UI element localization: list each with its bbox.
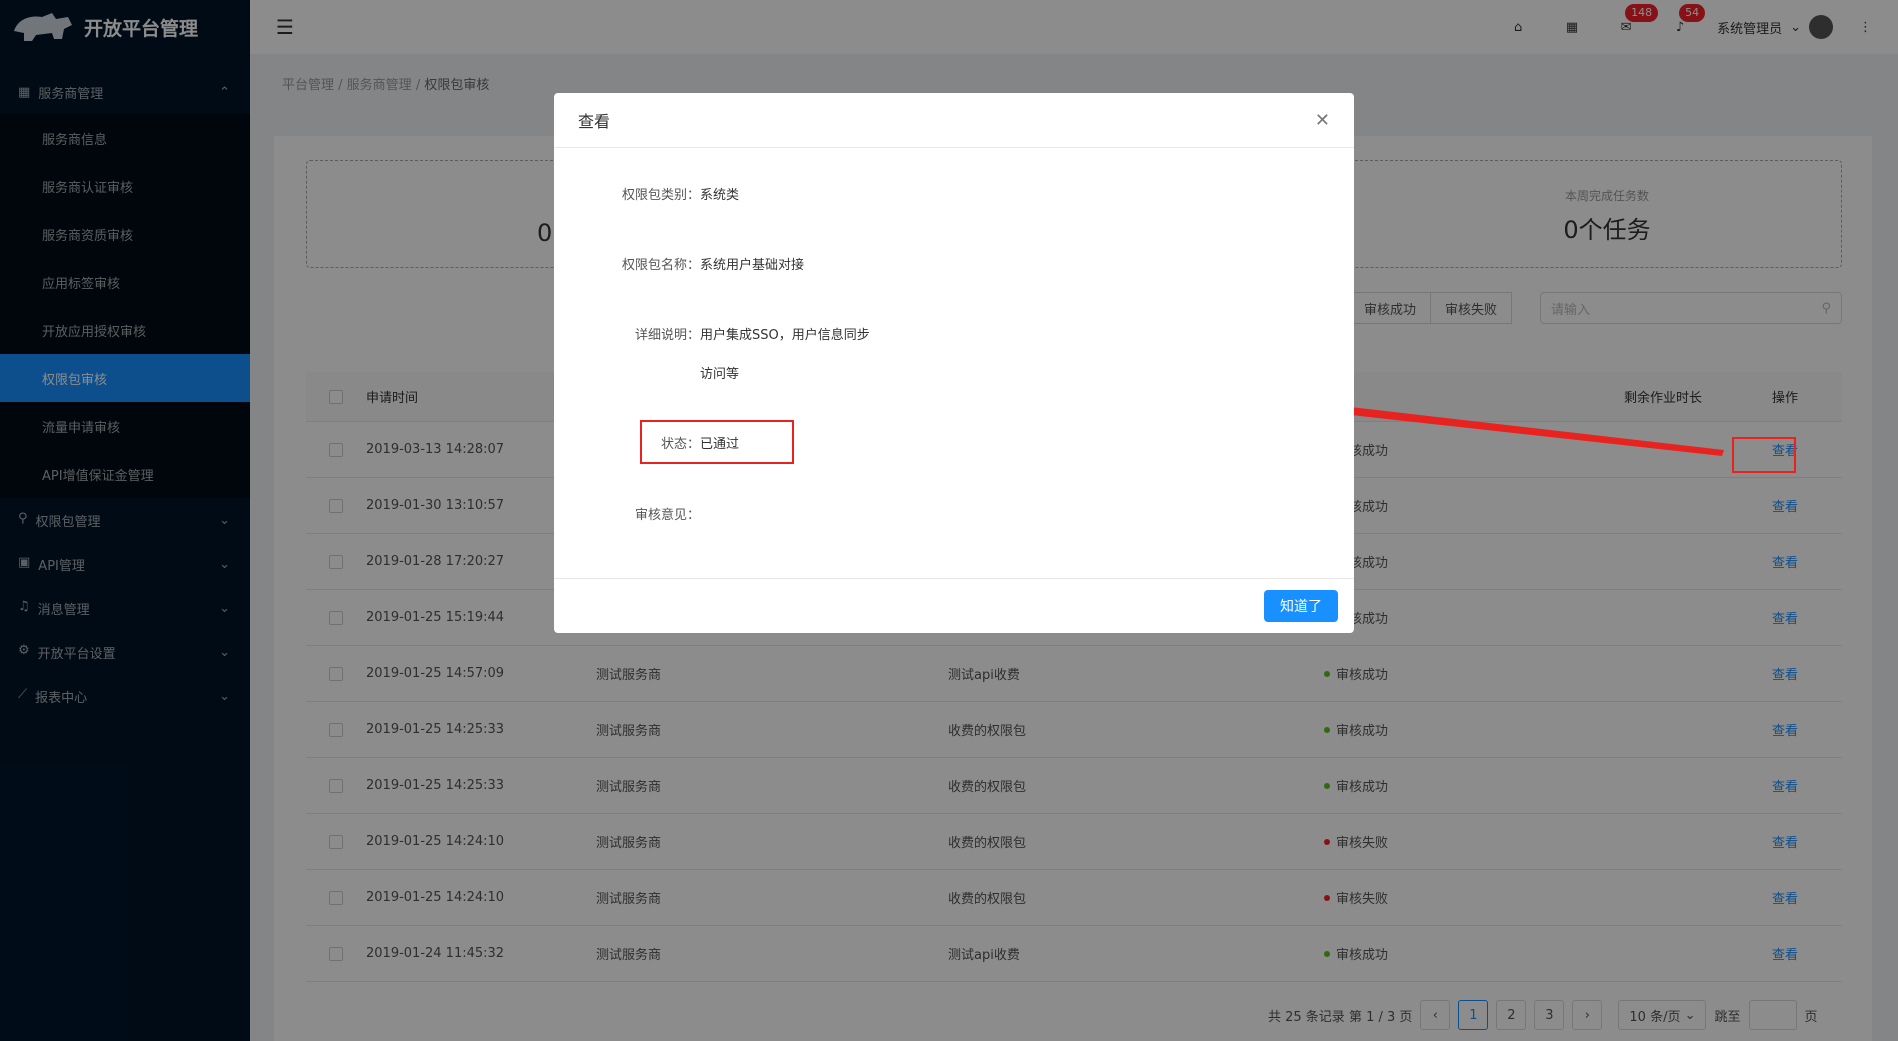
- field-label: 权限包名称：: [621, 258, 700, 273]
- field-label: 审核意见：: [634, 508, 700, 523]
- modal-footer: 知道了: [554, 578, 1354, 632]
- field-label: 权限包类别：: [621, 188, 700, 203]
- modal-header: 查看 ✕: [554, 93, 1354, 148]
- field-value: 系统类: [700, 188, 740, 203]
- field-value: 系统用户基础对接: [700, 258, 805, 273]
- modal-title: 查看: [578, 112, 611, 131]
- modal-body: 权限包类别： 系统类 权限包名称： 系统用户基础对接 详细说明： 用户集成SSO，用户…: [554, 148, 1354, 578]
- field-label: 详细说明：: [634, 328, 700, 343]
- field-value: 用户集成SSO，用户信息同步: [700, 328, 870, 343]
- ok-button[interactable]: 知道了: [1264, 589, 1338, 622]
- close-icon[interactable]: ✕: [1315, 110, 1330, 131]
- field-value: 访问等: [700, 367, 740, 382]
- view-modal: 查看 ✕ 权限包类别： 系统类 权限包名称： 系统用户基础对接 详细说明： 用户集成S…: [554, 93, 1354, 633]
- annotation-box-status: [640, 420, 794, 464]
